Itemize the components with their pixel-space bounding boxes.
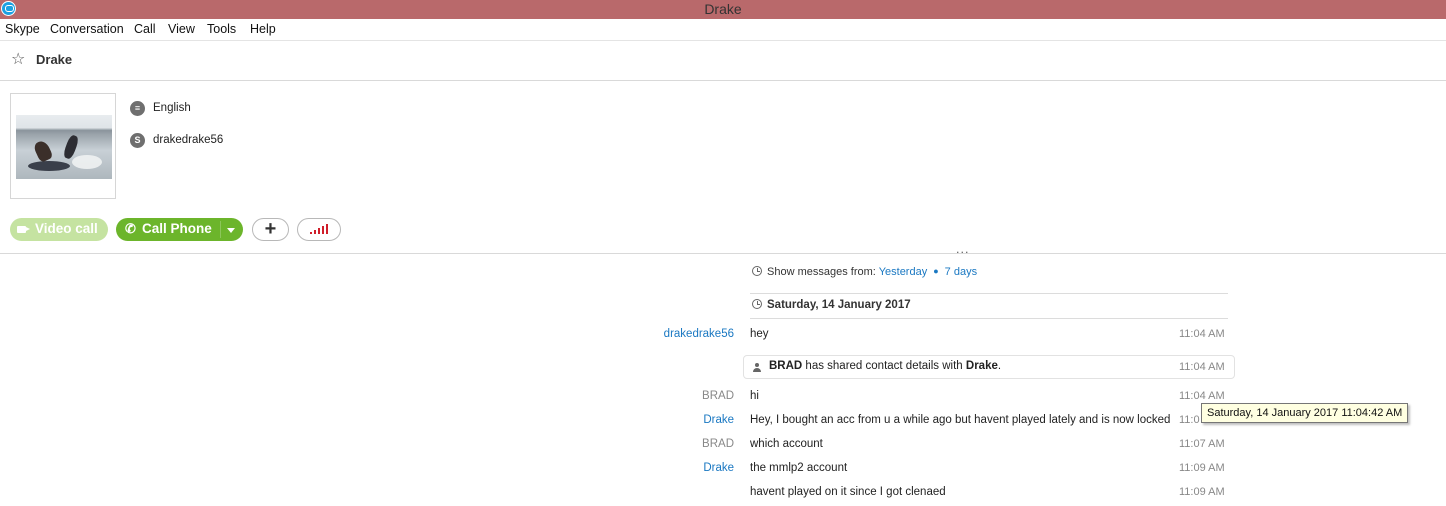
history-range: Show messages from: Yesterday ● 7 days — [752, 266, 977, 278]
message-time[interactable]: 11:09 AM — [1179, 486, 1225, 498]
message-sender[interactable]: Drake — [703, 414, 734, 426]
message-time[interactable]: 11:09 AM — [1179, 462, 1225, 474]
message-text: hi — [750, 390, 759, 402]
date-header: Saturday, 14 January 2017 — [752, 299, 911, 311]
menu-conversation[interactable]: Conversation — [50, 22, 124, 36]
call-phone-label: Call Phone — [142, 221, 212, 236]
video-camera-icon — [17, 226, 30, 233]
message-sender: BRAD — [702, 438, 734, 450]
menu-tools[interactable]: Tools — [207, 22, 236, 36]
history-7days-link[interactable]: 7 days — [945, 266, 977, 278]
menu-view[interactable]: View — [168, 22, 195, 36]
menu-skype[interactable]: Skype — [5, 22, 40, 36]
shared-contact-text: BRAD has shared contact details with Dra… — [769, 360, 1002, 372]
favorite-star-icon[interactable]: ☆ — [11, 51, 25, 67]
avatar — [10, 93, 116, 199]
contact-language: English — [153, 102, 191, 114]
date-header-text: Saturday, 14 January 2017 — [767, 299, 911, 311]
message-row[interactable]: BRAD which account 11:07 AM — [0, 438, 1446, 454]
message-sender[interactable]: drakedrake56 — [664, 328, 734, 340]
video-call-label: Video call — [35, 221, 98, 236]
clock-icon — [752, 266, 762, 276]
add-button[interactable]: + — [252, 218, 289, 241]
plus-icon: + — [264, 218, 277, 240]
message-row[interactable]: Drake the mmlp2 account 11:09 AM — [0, 462, 1446, 478]
clock-icon — [752, 299, 762, 309]
message-text: havent played on it since I got clenaed — [750, 486, 946, 498]
show-from-label: Show messages from: — [767, 266, 876, 278]
message-sender[interactable]: Drake — [703, 462, 734, 474]
history-yesterday-link[interactable]: Yesterday — [879, 266, 928, 278]
chevron-down-icon[interactable] — [227, 228, 235, 233]
menu-bar: Skype Conversation Call View Tools Help — [0, 19, 1446, 41]
video-call-button[interactable]: Video call — [10, 218, 108, 241]
timestamp-tooltip: Saturday, 14 January 2017 11:04:42 AM — [1201, 403, 1409, 423]
shared-contact-notice[interactable]: BRAD has shared contact details with Dra… — [743, 355, 1235, 379]
call-phone-button[interactable]: ✆ Call Phone — [116, 218, 243, 241]
call-quality-button[interactable] — [297, 218, 341, 241]
skype-logo-icon: S — [130, 133, 145, 148]
profile-photo — [16, 115, 112, 179]
message-text: which account — [750, 438, 823, 450]
button-separator — [220, 221, 221, 238]
menu-call[interactable]: Call — [134, 22, 156, 36]
message-time[interactable]: 11:07 AM — [1179, 438, 1225, 450]
title-bar: Drake — [0, 0, 1446, 19]
window-title: Drake — [704, 1, 742, 17]
message-row[interactable]: havent played on it since I got clenaed … — [0, 486, 1446, 502]
phone-icon: ✆ — [125, 221, 136, 236]
chat-history: Show messages from: Yesterday ● 7 days Sat… — [0, 254, 1446, 506]
message-time[interactable]: 11:0 — [1179, 414, 1200, 426]
date-rule-top — [750, 293, 1228, 294]
message-time[interactable]: 11:04 AM — [1179, 328, 1225, 340]
message-sender: BRAD — [702, 390, 734, 402]
message-time[interactable]: 11:04 AM — [1179, 390, 1225, 402]
menu-help[interactable]: Help — [250, 22, 276, 36]
message-text: the mmlp2 account — [750, 462, 848, 474]
separator-dot: ● — [933, 266, 939, 276]
speech-bubble-icon: ≡ — [130, 101, 145, 116]
message-row[interactable]: drakedrake56 hey 11:04 AM — [0, 328, 1446, 344]
contact-header: ☆ Drake — [0, 41, 1446, 81]
date-rule-bottom — [750, 318, 1228, 319]
message-time[interactable]: 11:04 AM — [1179, 361, 1225, 373]
contact-name: Drake — [36, 52, 73, 67]
message-text: Hey, I bought an acc from u a while ago … — [750, 414, 1171, 426]
person-icon — [753, 363, 761, 372]
message-text: hey — [750, 328, 769, 340]
contact-skype-name: drakedrake56 — [153, 134, 224, 146]
